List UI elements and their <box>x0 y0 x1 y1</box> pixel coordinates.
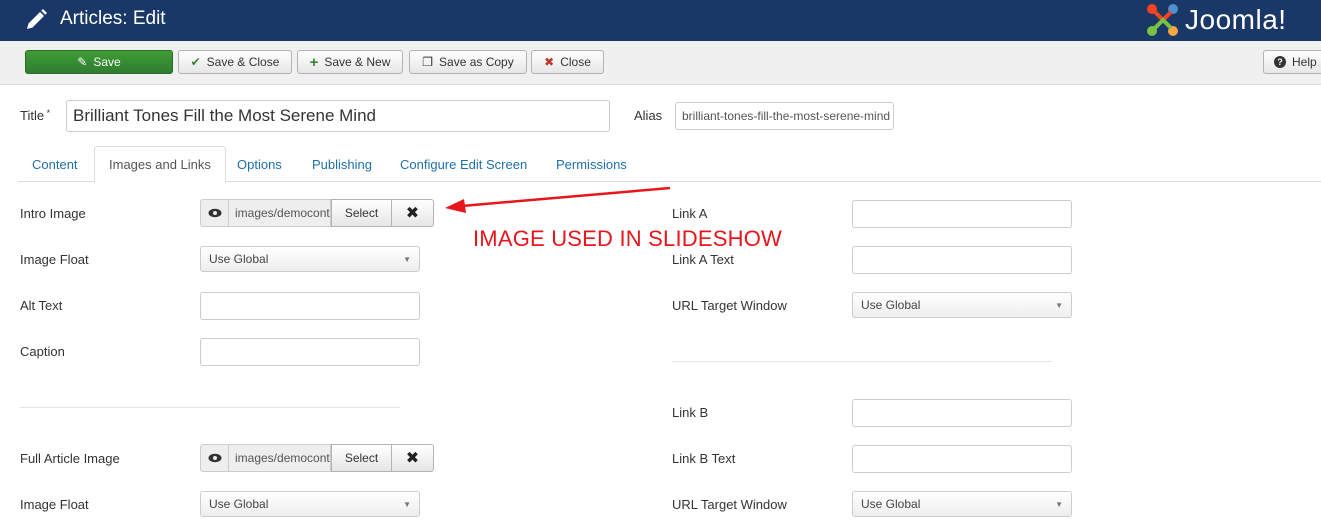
tab-publishing[interactable]: Publishing <box>298 146 386 182</box>
tab-content[interactable]: Content <box>18 146 92 182</box>
alt-text-input[interactable] <box>200 292 420 320</box>
close-button[interactable]: ✖ Close <box>531 50 604 74</box>
tab-permissions[interactable]: Permissions <box>542 146 641 182</box>
full-article-image-label: Full Article Image <box>20 451 120 466</box>
link-a-label: Link A <box>672 206 708 221</box>
preview-eye-icon[interactable] <box>200 444 228 472</box>
question-icon: ? <box>1274 56 1286 68</box>
chevron-down-icon: ▼ <box>1055 300 1063 310</box>
intro-image-path: images/democontent/ <box>228 199 331 227</box>
image-float-label: Image Float <box>20 252 89 267</box>
plus-icon: + <box>309 53 319 71</box>
link-a-target-value: Use Global <box>861 298 921 312</box>
link-b-target-value: Use Global <box>861 497 921 511</box>
save-button[interactable]: ✎ Save <box>25 50 173 74</box>
divider <box>20 407 400 408</box>
chevron-down-icon: ▼ <box>1055 499 1063 509</box>
full-article-image-clear-icon[interactable]: ✖ <box>392 444 434 472</box>
toolbar: ✎ Save ✔ Save & Close + Save & New ❐ Sav… <box>0 41 1321 85</box>
chevron-down-icon: ▼ <box>403 254 411 264</box>
edit-icon: ✎ <box>77 55 88 69</box>
intro-image-field: images/democontent/ Select ✖ <box>200 199 434 227</box>
full-article-image-path: images/democontent/ <box>228 444 331 472</box>
link-a-target-select[interactable]: Use Global ▼ <box>852 292 1072 318</box>
app-header: Articles: Edit Joomla! <box>0 0 1321 41</box>
help-label: Help <box>1292 55 1317 69</box>
annotation-arrow-icon <box>445 186 671 213</box>
image-float-value: Use Global <box>209 252 269 266</box>
joomla-wordmark: Joomla! <box>1185 4 1287 35</box>
help-button[interactable]: ? Help <box>1263 50 1321 74</box>
alias-label: Alias <box>634 108 663 123</box>
full-image-float-value: Use Global <box>209 497 269 511</box>
save-copy-label: Save as Copy <box>439 55 514 69</box>
pencil-icon <box>27 9 47 29</box>
required-marker: * <box>44 108 51 118</box>
full-image-float-label: Image Float <box>20 497 89 512</box>
alias-input[interactable]: brilliant-tones-fill-the-most-serene-min… <box>675 102 894 130</box>
divider <box>672 361 1052 362</box>
preview-eye-icon[interactable] <box>200 199 228 227</box>
save-button-label: Save <box>93 55 121 69</box>
link-b-text-label: Link B Text <box>672 451 736 466</box>
caption-input[interactable] <box>200 338 420 366</box>
save-close-button[interactable]: ✔ Save & Close <box>178 50 292 74</box>
link-b-target-select[interactable]: Use Global ▼ <box>852 491 1072 517</box>
link-a-text-input[interactable] <box>852 246 1072 274</box>
checkmark-icon: ✔ <box>190 55 201 69</box>
chevron-down-icon: ▼ <box>403 499 411 509</box>
intro-image-label: Intro Image <box>20 206 86 221</box>
tab-configure-edit-screen[interactable]: Configure Edit Screen <box>386 146 541 182</box>
joomla-logo: Joomla! <box>1143 1 1321 39</box>
image-float-select[interactable]: Use Global ▼ <box>200 246 420 272</box>
save-new-label: Save & New <box>324 55 391 69</box>
close-circle-icon: ✖ <box>544 55 555 69</box>
tab-images-and-links[interactable]: Images and Links <box>94 146 226 183</box>
close-label: Close <box>560 55 591 69</box>
annotation-text: IMAGE USED IN SLIDESHOW <box>473 226 782 251</box>
full-article-image-field: images/democontent/ Select ✖ <box>200 444 434 472</box>
link-a-input[interactable] <box>852 200 1072 228</box>
title-label-text: Title <box>20 108 45 123</box>
intro-image-select-button[interactable]: Select <box>331 199 392 227</box>
title-input[interactable]: Brilliant Tones Fill the Most Serene Min… <box>66 100 610 132</box>
link-a-target-label: URL Target Window <box>672 298 787 313</box>
tab-bar: Content Images and Links Options Publish… <box>18 146 1321 183</box>
link-b-label: Link B <box>672 405 709 420</box>
link-b-target-label: URL Target Window <box>672 497 787 512</box>
save-copy-button[interactable]: ❐ Save as Copy <box>409 50 527 74</box>
save-close-label: Save & Close <box>206 55 280 69</box>
full-article-image-select-button[interactable]: Select <box>331 444 392 472</box>
full-image-float-select[interactable]: Use Global ▼ <box>200 491 420 517</box>
link-b-input[interactable] <box>852 399 1072 427</box>
link-a-text-label: Link A Text <box>672 252 734 267</box>
alt-text-label: Alt Text <box>20 298 63 313</box>
page-title: Articles: Edit <box>60 8 166 29</box>
copy-icon: ❐ <box>422 55 434 69</box>
save-new-button[interactable]: + Save & New <box>297 50 403 74</box>
link-b-text-input[interactable] <box>852 445 1072 473</box>
joomla-logo-icon <box>1147 4 1178 36</box>
intro-image-clear-icon[interactable]: ✖ <box>392 199 434 227</box>
title-label: Title * <box>20 108 50 123</box>
tab-options[interactable]: Options <box>223 146 296 182</box>
caption-label: Caption <box>20 344 65 359</box>
